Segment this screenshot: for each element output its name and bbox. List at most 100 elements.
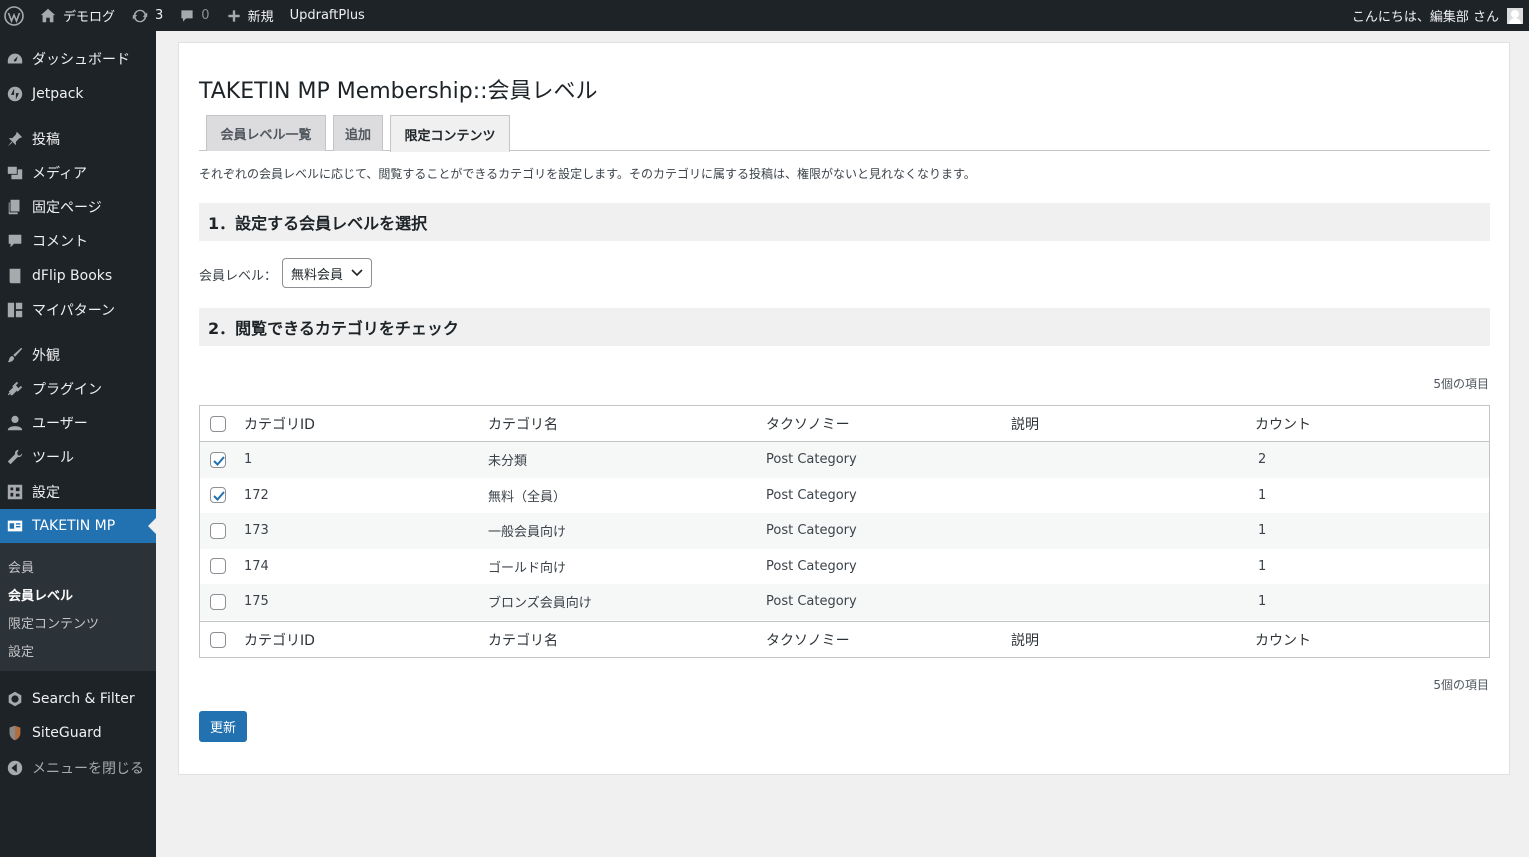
page-description: それぞれの会員レベルに応じて、閲覧することができるカテゴリを設定します。そのカテ… bbox=[199, 167, 976, 181]
member-level-label: 会員レベル： bbox=[199, 269, 278, 284]
cell-count: 1 bbox=[1258, 594, 1267, 610]
column-header-description[interactable]: 説明 bbox=[1011, 414, 1039, 434]
column-header-category-id[interactable]: カテゴリID bbox=[244, 414, 315, 434]
site-name-menu[interactable]: デモログ bbox=[31, 0, 123, 31]
guard-icon bbox=[5, 723, 25, 743]
menu-taketin-mp[interactable]: TAKETIN MP bbox=[0, 509, 156, 543]
menu-label: 固定ページ bbox=[32, 200, 102, 216]
submenu-member-levels[interactable]: 会員レベル bbox=[8, 585, 73, 604]
checkmark-icon bbox=[213, 456, 225, 466]
row-checkbox[interactable] bbox=[210, 522, 226, 539]
plugin-icon bbox=[5, 379, 25, 399]
collapse-menu-button[interactable]: メニューを閉じる bbox=[0, 751, 156, 785]
column-footer-description[interactable]: 説明 bbox=[1011, 630, 1039, 650]
cell-taxonomy: Post Category bbox=[766, 594, 857, 610]
column-footer-category-name[interactable]: カテゴリ名 bbox=[488, 630, 558, 650]
row-checkbox[interactable] bbox=[210, 558, 226, 575]
row-checkbox[interactable] bbox=[210, 593, 226, 610]
menu-siteguard[interactable]: SiteGuard bbox=[0, 716, 156, 750]
column-header-category-name[interactable]: カテゴリ名 bbox=[488, 414, 558, 434]
taketin-submenu: 会員 会員レベル 限定コンテンツ 設定 bbox=[0, 543, 156, 671]
cell-category-id: 1 bbox=[244, 452, 253, 468]
column-header-count[interactable]: カウント bbox=[1255, 414, 1311, 434]
new-content-menu[interactable]: 新規 bbox=[218, 0, 282, 31]
greeting-text: こんにちは、編集部 さん bbox=[1351, 10, 1499, 25]
updraftplus-menu[interactable]: UpdraftPlus bbox=[282, 0, 373, 31]
column-footer-taxonomy[interactable]: タクソノミー bbox=[766, 630, 850, 650]
wordpress-logo-menu[interactable] bbox=[0, 0, 31, 31]
tab-add[interactable]: 追加 bbox=[333, 115, 383, 151]
select-all-checkbox-footer[interactable] bbox=[210, 631, 226, 648]
menu-dashboard[interactable]: ダッシュボード bbox=[0, 42, 156, 76]
menu-label: 投稿 bbox=[32, 132, 60, 148]
submenu-settings[interactable]: 設定 bbox=[8, 641, 34, 660]
menu-label: Search & Filter bbox=[32, 691, 135, 707]
cell-category-name: 未分類 bbox=[488, 454, 528, 470]
update-button[interactable]: 更新 bbox=[199, 711, 247, 742]
refresh-icon bbox=[132, 9, 148, 22]
nav-tabs: 会員レベル一覧 追加 限定コンテンツ bbox=[199, 115, 1490, 152]
pattern-icon bbox=[5, 300, 25, 320]
submenu-limited-content[interactable]: 限定コンテンツ bbox=[8, 613, 99, 632]
menu-label: 設定 bbox=[32, 485, 60, 501]
cell-count: 1 bbox=[1258, 558, 1267, 574]
menu-settings[interactable]: 設定 bbox=[0, 475, 156, 509]
menu-appearance[interactable]: 外観 bbox=[0, 338, 156, 372]
tab-member-level-list[interactable]: 会員レベル一覧 bbox=[206, 115, 326, 151]
menu-media[interactable]: メディア bbox=[0, 156, 156, 190]
cell-category-name: 一般会員向け bbox=[488, 525, 567, 541]
table-footer-row: カテゴリID カテゴリ名 タクソノミー 説明 カウント bbox=[200, 621, 1489, 657]
cell-category-name: 無料（全員） bbox=[488, 489, 567, 505]
select-all-checkbox[interactable] bbox=[210, 415, 226, 432]
cell-count: 1 bbox=[1258, 487, 1267, 503]
menu-my-patterns[interactable]: マイパターン bbox=[0, 293, 156, 327]
menu-posts[interactable]: 投稿 bbox=[0, 122, 156, 156]
menu-label: dFlip Books bbox=[32, 268, 113, 284]
tab-limited-content[interactable]: 限定コンテンツ bbox=[390, 115, 510, 152]
dashboard-icon bbox=[5, 49, 25, 69]
admin-sidebar: ダッシュボード Jetpack 投稿 メディア 固定ページ コメント dFlip… bbox=[0, 31, 156, 857]
cell-category-id: 175 bbox=[244, 594, 269, 610]
comments-menu[interactable]: 0 bbox=[171, 0, 217, 31]
table-row: 172 無料（全員） Post Category 1 bbox=[200, 478, 1489, 514]
home-icon bbox=[40, 8, 56, 22]
cell-count: 1 bbox=[1258, 523, 1267, 539]
page-icon bbox=[5, 197, 25, 217]
table-row: 174 ゴールド向け Post Category 1 bbox=[200, 549, 1489, 585]
updates-count: 3 bbox=[155, 8, 164, 23]
comments-count: 0 bbox=[201, 8, 210, 23]
main-content: TAKETIN MP Membership::会員レベル 会員レベル一覧 追加 … bbox=[178, 42, 1510, 775]
menu-label: メディア bbox=[32, 166, 88, 182]
jetpack-icon bbox=[5, 84, 25, 104]
menu-dflip-books[interactable]: dFlip Books bbox=[0, 259, 156, 293]
column-footer-category-id[interactable]: カテゴリID bbox=[244, 630, 315, 650]
menu-search-filter[interactable]: Search & Filter bbox=[0, 682, 156, 716]
brush-icon bbox=[5, 345, 25, 365]
cell-taxonomy: Post Category bbox=[766, 452, 857, 468]
comment-bubble-icon bbox=[181, 9, 193, 22]
row-checkbox[interactable] bbox=[210, 451, 226, 468]
updates-menu[interactable]: 3 bbox=[123, 0, 171, 31]
avatar bbox=[1507, 7, 1523, 24]
table-row: 1 未分類 Post Category 2 bbox=[200, 442, 1489, 478]
menu-jetpack[interactable]: Jetpack bbox=[0, 77, 156, 111]
my-account-menu[interactable]: こんにちは、編集部 さん bbox=[1352, 6, 1529, 25]
wrench-icon bbox=[5, 447, 25, 467]
menu-users[interactable]: ユーザー bbox=[0, 406, 156, 440]
cell-category-id: 172 bbox=[244, 487, 269, 503]
menu-label: プラグイン bbox=[32, 382, 102, 398]
menu-comments[interactable]: コメント bbox=[0, 224, 156, 258]
menu-pages[interactable]: 固定ページ bbox=[0, 190, 156, 224]
submenu-members[interactable]: 会員 bbox=[8, 557, 34, 576]
menu-tools[interactable]: ツール bbox=[0, 440, 156, 474]
member-level-select[interactable]: 無料会員 bbox=[282, 258, 372, 288]
column-footer-count[interactable]: カウント bbox=[1255, 630, 1311, 650]
row-checkbox[interactable] bbox=[210, 487, 226, 504]
section-heading-select-level: 1．設定する会員レベルを選択 bbox=[199, 203, 1490, 241]
menu-plugins[interactable]: プラグイン bbox=[0, 372, 156, 406]
menu-label: メニューを閉じる bbox=[32, 761, 144, 777]
menu-label: ツール bbox=[32, 450, 74, 466]
filter-icon bbox=[5, 689, 25, 709]
column-header-taxonomy[interactable]: タクソノミー bbox=[766, 414, 850, 434]
items-count-top: 5個の項目 bbox=[1433, 377, 1489, 391]
